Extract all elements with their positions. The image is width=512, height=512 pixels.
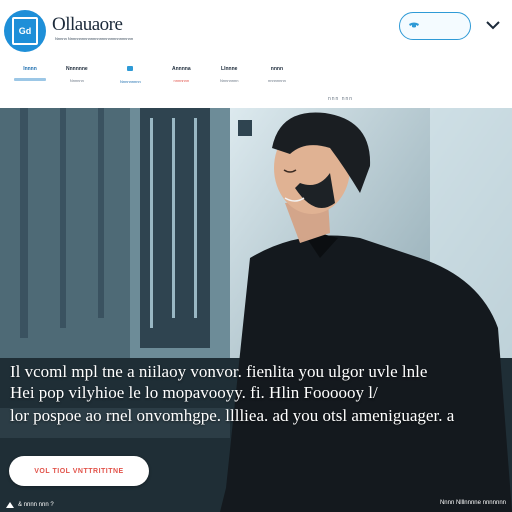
hero-footer-right-text: Nnnn Nlllnnnne nnnnnnn: [439, 500, 506, 506]
brand-name[interactable]: Ollauaore: [52, 14, 123, 36]
cta-button[interactable]: VOL TIOL VNTTRITITNE: [9, 456, 149, 486]
brand-tagline: Nnnnn Nnnnnnnnnnnnnnnnnnnnnnnnnnnnn: [55, 36, 134, 41]
nav-item-0[interactable]: Innnn: [14, 66, 46, 81]
hero-headline-line-3: lor pospoe ao rnel onvomhgpe. lllliea. a…: [10, 406, 455, 425]
nav-icon: [127, 66, 134, 71]
hero-headline-line-2: Hei pop vilyhioe le lo mopavooyy. fi. Hl…: [10, 383, 378, 402]
nav-item-label: Innnn: [23, 66, 37, 72]
nav-item-4[interactable]: Llnnne Nnnnnnnn: [220, 66, 238, 83]
hero-footer-left-text: & nnnn nnn ?: [18, 502, 54, 508]
site-header: Gd Ollauaore Nnnnn Nnnnnnnnnnnnnnnnnnnnn…: [0, 0, 512, 108]
hero-footer-link[interactable]: & nnnn nnn ?: [6, 502, 54, 508]
hero-illustration: [0, 108, 512, 512]
nav-active-indicator: [14, 78, 46, 81]
nav-item-sub: nnnnnnn: [173, 78, 190, 83]
nav-item-sub: Nnnnnn: [69, 78, 84, 83]
hero-banner: Il vcoml mpl tne a niilaoy vonvor. fienl…: [0, 108, 512, 512]
nav-item-5[interactable]: nnnn nnnnnnnn: [268, 66, 286, 83]
subnav[interactable]: nnn nnn: [328, 96, 353, 102]
nav-item-label: Llnnne: [221, 66, 238, 72]
nav-item-label: Nnnnnne: [66, 66, 88, 72]
hero-headline-line-1: Il vcoml mpl tne a niilaoy vonvor. fienl…: [10, 362, 428, 381]
chevron-down-icon[interactable]: [486, 20, 500, 30]
phone-button[interactable]: [399, 12, 471, 40]
nav-item-sub: Nnnnnnnn: [220, 78, 239, 83]
nav-item-3[interactable]: Annnna nnnnnnn: [172, 66, 191, 83]
nav-item-1[interactable]: Nnnnnne Nnnnnn: [66, 66, 88, 83]
nav-item-label: Annnna: [172, 66, 191, 72]
nav-item-sub: nnnnnnnn: [268, 78, 286, 83]
phone-icon: [409, 22, 419, 28]
logo-icon: Gd: [12, 17, 38, 45]
nav-item-2[interactable]: Nnnnnnnnn: [120, 66, 141, 84]
main-nav: Innnn Nnnnnne Nnnnnn Nnnnnnnnn Annnna nn…: [0, 66, 512, 90]
triangle-icon: [6, 502, 14, 508]
logo[interactable]: Gd: [4, 10, 46, 52]
nav-item-sub: Nnnnnnnnn: [120, 79, 141, 84]
nav-item-label: nnnn: [270, 66, 283, 72]
